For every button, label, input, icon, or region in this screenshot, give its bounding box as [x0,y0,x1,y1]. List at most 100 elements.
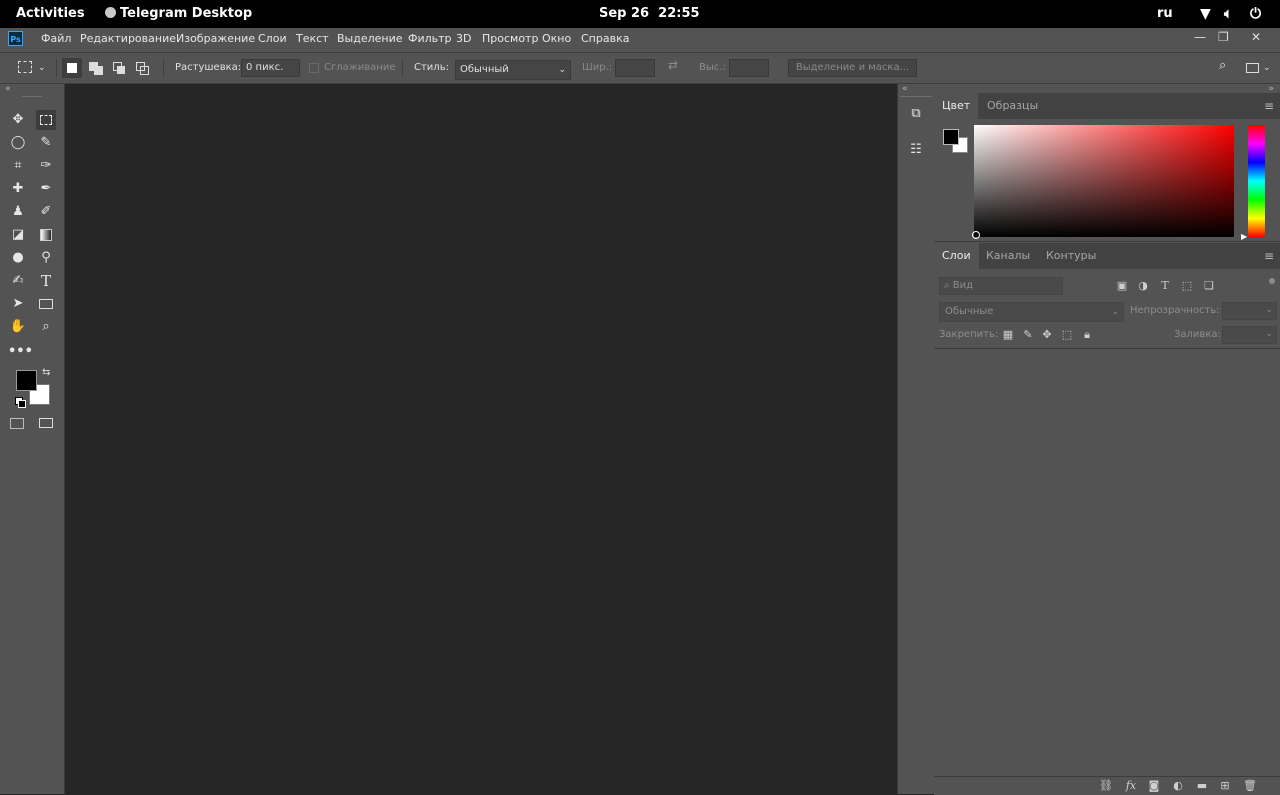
tab-color[interactable]: Цвет [934,93,979,119]
wifi-icon[interactable]: ▼ [1200,6,1211,22]
keyboard-layout-indicator[interactable]: ru [1157,6,1173,22]
volume-icon[interactable]: 🔈︎ [1224,6,1232,22]
height-input[interactable] [729,59,769,77]
trash-icon[interactable]: 🗑︎ [1243,780,1257,792]
crop-tool-icon[interactable]: ⌗ [8,156,28,176]
lock-position-icon[interactable]: ✥ [1040,329,1054,341]
gradient-tool-button[interactable] [36,225,56,245]
fx-icon[interactable]: fx [1124,780,1138,792]
quick-selection-tool-icon[interactable]: ✎ [36,133,56,153]
quick-mask-icon[interactable] [10,418,24,429]
clock[interactable]: Sep 26 22:55 [599,6,700,22]
style-select[interactable]: Обычный ⌄ [455,60,571,80]
close-button[interactable]: ✕ [1251,30,1261,44]
move-tool-icon[interactable]: ✥ [8,110,28,130]
group-folder-icon[interactable]: ▬ [1195,780,1209,792]
healing-brush-tool-icon[interactable]: ✚ [8,179,28,199]
tab-swatches[interactable]: Образцы [979,93,1046,119]
lock-artboard-icon[interactable]: ⬚ [1060,329,1074,341]
workspace-chevron-down-icon[interactable]: ⌄ [1263,62,1271,74]
opacity-input[interactable]: ⌄ [1222,302,1277,320]
add-mask-icon[interactable]: ◙ [1147,780,1161,792]
brush-tool-icon[interactable]: ✒ [36,179,56,199]
drag-handle[interactable] [900,96,932,97]
new-selection-button[interactable] [62,58,82,78]
image-filter-icon[interactable]: ▣ [1115,280,1129,292]
tab-channels[interactable]: Каналы [978,243,1038,269]
swap-colors-icon[interactable]: ⇆ [42,367,50,378]
foreground-color-swatch[interactable] [16,370,37,391]
lasso-tool-icon[interactable]: ◯ [8,133,28,153]
hue-slider[interactable] [1248,125,1265,237]
history-brush-tool-icon[interactable]: ✐ [36,202,56,222]
lock-pixels-icon[interactable]: ✎ [1021,329,1035,341]
fill-input[interactable]: ⌄ [1222,326,1277,344]
path-selection-tool-icon[interactable]: ➤ [8,294,28,314]
antialias-checkbox[interactable] [309,63,319,73]
adjustment-filter-icon[interactable]: ◑ [1136,280,1150,292]
menu-type[interactable]: Текст [296,32,329,46]
search-icon[interactable]: ⌕ [1219,59,1226,72]
width-input[interactable] [615,59,655,77]
color-picker-marker[interactable] [972,231,980,239]
menu-file[interactable]: Файл [41,32,71,46]
link-layers-icon[interactable]: ⛓ [1099,780,1113,792]
lock-transparent-icon[interactable]: ▦ [1001,329,1015,341]
rect-marquee-tool-button[interactable] [36,110,56,130]
menu-edit[interactable]: Редактирование [80,32,176,46]
type-tool-icon[interactable]: T [36,271,56,291]
focused-app-indicator[interactable]: Telegram Desktop [105,6,252,22]
menu-layers[interactable]: Слои [258,32,287,46]
menu-filter[interactable]: Фильтр [408,32,452,46]
tool-preset-marquee-icon[interactable] [18,61,32,73]
smart-object-filter-icon[interactable]: ❏ [1202,280,1216,292]
activities-button[interactable]: Activities [16,6,85,22]
screen-mode-icon[interactable] [39,418,53,428]
tab-paths[interactable]: Контуры [1038,243,1104,269]
filter-toggle-icon[interactable] [1269,278,1275,284]
eraser-tool-icon[interactable]: ◪ [8,225,28,245]
expand-panels-icon[interactable]: « [902,85,908,94]
hue-slider-marker-icon[interactable]: ▶ [1241,232,1247,241]
document-canvas-area[interactable] [65,84,897,794]
adjustment-layer-icon[interactable]: ◐ [1171,780,1185,792]
tab-layers[interactable]: Слои [934,243,979,269]
swap-dimensions-icon[interactable]: ⇄ [668,59,678,71]
minimize-button[interactable]: — [1194,30,1206,44]
panel-foreground-swatch[interactable] [943,129,959,145]
menu-help[interactable]: Справка [581,32,629,46]
menu-3d[interactable]: 3D [456,32,471,46]
feather-input[interactable]: 0 пикс. [241,59,300,77]
properties-panel-icon[interactable]: ☷ [906,140,926,160]
menu-select[interactable]: Выделение [337,32,403,46]
type-filter-icon[interactable]: T [1158,280,1172,292]
menu-image[interactable]: Изображение [176,32,255,46]
tool-preset-chevron-down-icon[interactable]: ⌄ [38,62,46,74]
dodge-tool-icon[interactable]: ⚲ [36,248,56,268]
eyedropper-tool-icon[interactable]: ✑ [36,156,56,176]
menu-view[interactable]: Просмотр [482,32,538,46]
shape-filter-icon[interactable]: ⬚ [1180,280,1194,292]
blend-mode-select[interactable]: Обычные ⌄ [939,302,1124,322]
layers-list[interactable] [934,349,1280,776]
drag-handle[interactable] [22,96,42,97]
rectangle-tool-button[interactable] [36,294,56,314]
collapse-panels-icon[interactable]: » [1268,85,1274,94]
select-and-mask-button[interactable]: Выделение и маска... [788,59,917,77]
collapse-tools-icon[interactable]: « [5,85,11,94]
power-icon[interactable]: ⏻ [1250,6,1261,22]
edit-toolbar-icon[interactable]: ••• [8,342,33,362]
zoom-tool-icon[interactable]: ⌕ [36,317,56,337]
restore-button[interactable]: ❐ [1218,30,1229,44]
color-picker-field[interactable] [972,125,1234,239]
workspace-icon[interactable] [1246,63,1259,73]
hand-tool-icon[interactable]: ✋ [8,317,28,337]
menu-window[interactable]: Окно [542,32,571,46]
clone-stamp-tool-icon[interactable]: ♟ [8,202,28,222]
history-panel-icon[interactable]: ⧉ [906,104,926,124]
pen-tool-icon[interactable]: ✍ [8,271,28,291]
layer-filter-kind-select[interactable]: ⌕ Вид [939,277,1063,295]
lock-all-icon[interactable]: 🔒︎ [1080,329,1094,341]
layers-panel-menu-icon[interactable]: ≡ [1264,249,1274,263]
new-layer-icon[interactable]: ⊞ [1218,780,1232,792]
